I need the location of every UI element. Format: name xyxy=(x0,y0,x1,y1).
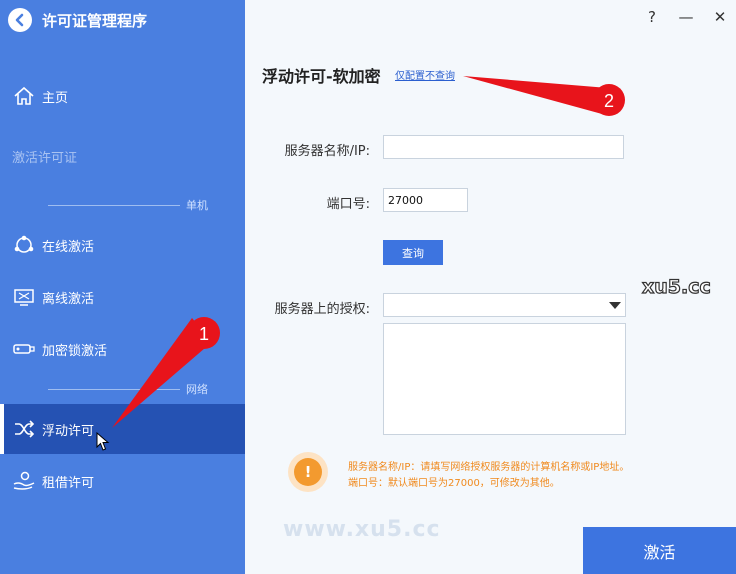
warning-icon: ! xyxy=(288,452,328,492)
license-list[interactable] xyxy=(383,323,626,435)
sidebar-item-floating-license[interactable]: 浮动许可 xyxy=(0,404,245,454)
port-input[interactable] xyxy=(383,188,468,212)
monitor-icon xyxy=(12,285,36,309)
home-icon xyxy=(12,84,36,108)
main-panel: ? — ✕ 浮动许可-软加密 仅配置不查询 服务器名称/IP: 端口号: 查询 … xyxy=(245,0,736,574)
sidebar-item-label: 主页 xyxy=(42,90,69,106)
close-button[interactable]: ✕ xyxy=(711,8,729,26)
config-only-link[interactable]: 仅配置不查询 xyxy=(395,67,455,82)
page-title: 浮动许可-软加密 xyxy=(262,67,381,86)
sidebar-item-online-activation[interactable]: 在线激活 xyxy=(0,224,245,266)
sidebar-item-activate-license: 激活许可证 xyxy=(0,135,245,177)
sidebar-item-borrow-license[interactable]: 租借许可 xyxy=(0,460,245,502)
license-label: 服务器上的授权: xyxy=(274,302,370,317)
section-separator-network: 网络 xyxy=(48,382,208,396)
sidebar-item-dongle-activation[interactable]: 加密锁激活 xyxy=(0,328,245,370)
sidebar-item-label: 租借许可 xyxy=(42,475,95,491)
minimize-button[interactable]: — xyxy=(677,8,695,26)
chevron-left-icon xyxy=(15,13,24,27)
sidebar-item-label: 在线激活 xyxy=(42,239,95,255)
app-header: 许可证管理程序 xyxy=(8,6,147,34)
sidebar-item-label: 离线激活 xyxy=(42,291,95,307)
hint-port: 端口号：默认端口号为27000，可修改为其他。 xyxy=(348,478,560,489)
back-button[interactable] xyxy=(8,8,32,32)
watermark-large: www.xu5.cc xyxy=(283,517,441,542)
network-icon xyxy=(12,233,36,257)
app-title: 许可证管理程序 xyxy=(42,11,148,30)
hint-server: 服务器名称/IP：请填写网络授权服务器的计算机名称或IP地址。 xyxy=(348,462,630,473)
sidebar-item-label: 浮动许可 xyxy=(42,423,95,439)
watermark-small: xu5.cc xyxy=(641,275,711,298)
activate-button[interactable]: 激活 xyxy=(583,527,736,574)
mouse-cursor-icon xyxy=(96,432,110,451)
caret-down-icon xyxy=(609,302,621,309)
sidebar: 许可证管理程序 主页 激活许可证 单机 在线激活 离线激活 加密锁激活 网络 浮… xyxy=(0,0,245,574)
server-input[interactable] xyxy=(383,135,624,159)
section-separator-single: 单机 xyxy=(48,198,208,212)
sidebar-item-label: 加密锁激活 xyxy=(42,343,108,359)
license-select[interactable] xyxy=(383,293,626,317)
hand-icon xyxy=(12,469,36,493)
usb-key-icon xyxy=(12,337,36,361)
port-label: 端口号: xyxy=(326,197,370,212)
sidebar-item-label: 激活许可证 xyxy=(12,150,78,166)
shuffle-icon xyxy=(12,417,36,441)
sidebar-item-offline-activation[interactable]: 离线激活 xyxy=(0,276,245,318)
query-button[interactable]: 查询 xyxy=(383,240,443,265)
server-label: 服务器名称/IP: xyxy=(284,144,370,159)
help-button[interactable]: ? xyxy=(643,8,661,26)
sidebar-item-home[interactable]: 主页 xyxy=(0,75,245,117)
